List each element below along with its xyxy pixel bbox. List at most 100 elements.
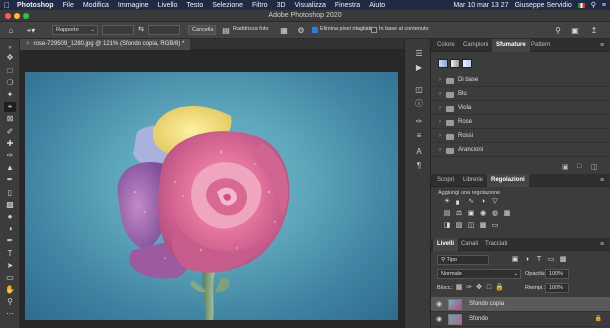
user-name[interactable]: Giuseppe Servidio	[515, 2, 572, 9]
brush-settings-icon[interactable]: ≡	[414, 131, 424, 141]
workspace-icon[interactable]: ▣	[570, 26, 580, 36]
home-icon[interactable]: ⌂	[6, 26, 16, 36]
eye-icon[interactable]: ◉	[436, 297, 442, 312]
clone-stamp-tool-icon[interactable]: ▲	[4, 163, 16, 173]
menu-testo[interactable]: Testo	[187, 2, 204, 9]
eyedropper-tool-icon[interactable]: ✐	[4, 127, 16, 137]
frame-tool-icon[interactable]: ⊠	[4, 114, 16, 124]
document-image[interactable]	[25, 72, 398, 320]
search-icon[interactable]: ⚲	[553, 26, 563, 36]
tab-scopri[interactable]: Scopri	[433, 174, 458, 187]
ratio-select[interactable]: Rapporto ⌄	[52, 25, 98, 35]
lasso-tool-icon[interactable]: ❍	[4, 78, 16, 88]
gradient-folder[interactable]: › Viola	[431, 102, 610, 115]
channel-mixer-icon[interactable]: ◍	[491, 210, 499, 218]
opacity-field[interactable]: 100%	[545, 269, 569, 279]
menu-file[interactable]: File	[63, 2, 74, 9]
document-tab[interactable]: × rose-729509_1280.jpg @ 121% (Sfondo cop…	[20, 39, 191, 50]
history-panel-icon[interactable]: ☰	[414, 49, 424, 59]
layer-row-selected[interactable]: ◉ Sfondo copia	[431, 297, 610, 312]
selective-color-icon[interactable]: ▩	[479, 222, 487, 230]
vibrance-icon[interactable]: ▽	[491, 198, 499, 206]
blend-mode-select[interactable]: Normale ⌄	[437, 269, 521, 279]
gradient-tool-icon[interactable]: ▩	[4, 200, 16, 210]
delete-cropped-checkbox[interactable]	[312, 27, 318, 33]
photo-filter-icon[interactable]: ◉	[479, 210, 487, 218]
menu-list-icon[interactable]: ≡	[602, 2, 606, 9]
path-selection-tool-icon[interactable]: ➤	[4, 261, 16, 271]
play-actions-icon[interactable]: ▶	[414, 63, 424, 73]
zoom-tool-icon[interactable]: ⚲	[4, 297, 16, 307]
crop-tool-preset-icon[interactable]: ⌖▾	[24, 26, 38, 36]
quick-selection-tool-icon[interactable]: ✦	[4, 90, 16, 100]
gradient-swatch[interactable]	[438, 59, 448, 68]
type-tool-icon[interactable]: T	[4, 249, 16, 259]
character-panel-icon[interactable]: A	[414, 147, 424, 157]
move-tool-icon[interactable]: ✥	[4, 53, 16, 63]
layer-row[interactable]: ◉ Sfondo 🔒	[431, 312, 610, 327]
info-panel-icon[interactable]: ⓘ	[414, 99, 424, 109]
straighten-icon[interactable]: ▤	[221, 26, 231, 36]
gradient-swatch[interactable]	[450, 59, 460, 68]
invert-icon[interactable]: ◨	[443, 222, 451, 230]
gradient-swatch[interactable]	[462, 59, 472, 68]
layer-filter-select[interactable]: ⚲ Tipo	[437, 255, 489, 265]
filter-type-icon[interactable]: T	[535, 256, 543, 264]
panel-menu-icon[interactable]: ≡	[600, 42, 604, 49]
lock-position-icon[interactable]: ✥	[475, 284, 483, 292]
color-balance-icon[interactable]: ⚖	[455, 210, 463, 218]
menu-immagine[interactable]: Immagine	[118, 2, 149, 9]
tab-colore[interactable]: Colore	[433, 39, 459, 52]
properties-panel-icon[interactable]: ◫	[414, 85, 424, 95]
fill-field[interactable]: 100%	[545, 283, 569, 293]
rectangle-tool-icon[interactable]: ▭	[4, 273, 16, 283]
menu-3d[interactable]: 3D	[277, 2, 286, 9]
more-tools-icon[interactable]: ⋯	[4, 309, 16, 319]
tab-canali[interactable]: Canali	[457, 238, 482, 251]
curves-icon[interactable]: ∿	[467, 198, 475, 206]
tab-librerie[interactable]: Librerie	[459, 174, 487, 187]
tab-regolazioni[interactable]: Regolazioni	[487, 174, 529, 187]
tab-livelli[interactable]: Livelli	[433, 238, 459, 251]
menu-aiuto[interactable]: Aiuto	[369, 2, 385, 9]
hand-tool-icon[interactable]: ✋	[4, 285, 16, 295]
new-gradient-icon[interactable]: □	[577, 163, 581, 170]
share-icon[interactable]: ↥	[589, 26, 599, 36]
lock-pixels-icon[interactable]: ✑	[465, 284, 473, 292]
lock-transparency-icon[interactable]: ▦	[455, 284, 463, 292]
tab-sfumature[interactable]: Sfumature	[492, 39, 530, 52]
close-window-button[interactable]	[5, 13, 11, 19]
clear-button[interactable]: Cancella	[188, 25, 216, 35]
tab-tracciati[interactable]: Tracciati	[481, 238, 511, 251]
healing-brush-tool-icon[interactable]: ✚	[4, 139, 16, 149]
filter-shape-icon[interactable]: ▭	[547, 256, 555, 264]
new-folder-icon[interactable]: ▣	[562, 163, 569, 171]
dodge-tool-icon[interactable]: ◑	[4, 224, 16, 234]
crop-tool-icon[interactable]: ⌖	[4, 102, 16, 112]
pen-tool-icon[interactable]: ✒	[4, 236, 16, 246]
menu-visualizza[interactable]: Visualizza	[295, 2, 326, 9]
exposure-icon[interactable]: ◑	[479, 198, 487, 206]
filter-pixel-icon[interactable]: ▣	[511, 256, 519, 264]
filter-smart-object-icon[interactable]: ▩	[559, 256, 567, 264]
tab-pattern[interactable]: Pattern	[527, 39, 554, 52]
minimize-window-button[interactable]	[14, 13, 20, 19]
menu-finestra[interactable]: Finestra	[335, 2, 360, 9]
threshold-icon[interactable]: ◫	[467, 222, 475, 230]
clock[interactable]: Mar 10 mar 13 27	[453, 2, 508, 9]
gradient-folder[interactable]: › Di base	[431, 74, 610, 87]
lock-all-icon[interactable]: 🔒	[495, 284, 504, 292]
gradient-map-icon[interactable]: ▭	[491, 222, 499, 230]
brush-tool-icon[interactable]: ✑	[4, 151, 16, 161]
menu-modifica[interactable]: Modifica	[83, 2, 109, 9]
straighten-label[interactable]: Raddrizza foto	[233, 26, 268, 32]
content-aware-checkbox[interactable]	[371, 27, 377, 33]
color-lookup-icon[interactable]: ▦	[503, 210, 511, 218]
eye-icon[interactable]: ◉	[436, 312, 442, 327]
panel-menu-icon[interactable]: ≡	[600, 241, 604, 248]
history-brush-tool-icon[interactable]: ✒	[4, 175, 16, 185]
menu-filtro[interactable]: Filtro	[252, 2, 268, 9]
ratio-width-field[interactable]	[102, 25, 134, 35]
gradient-folder[interactable]: › Rossi	[431, 130, 610, 143]
filter-adjustment-icon[interactable]: ◑	[523, 256, 531, 264]
